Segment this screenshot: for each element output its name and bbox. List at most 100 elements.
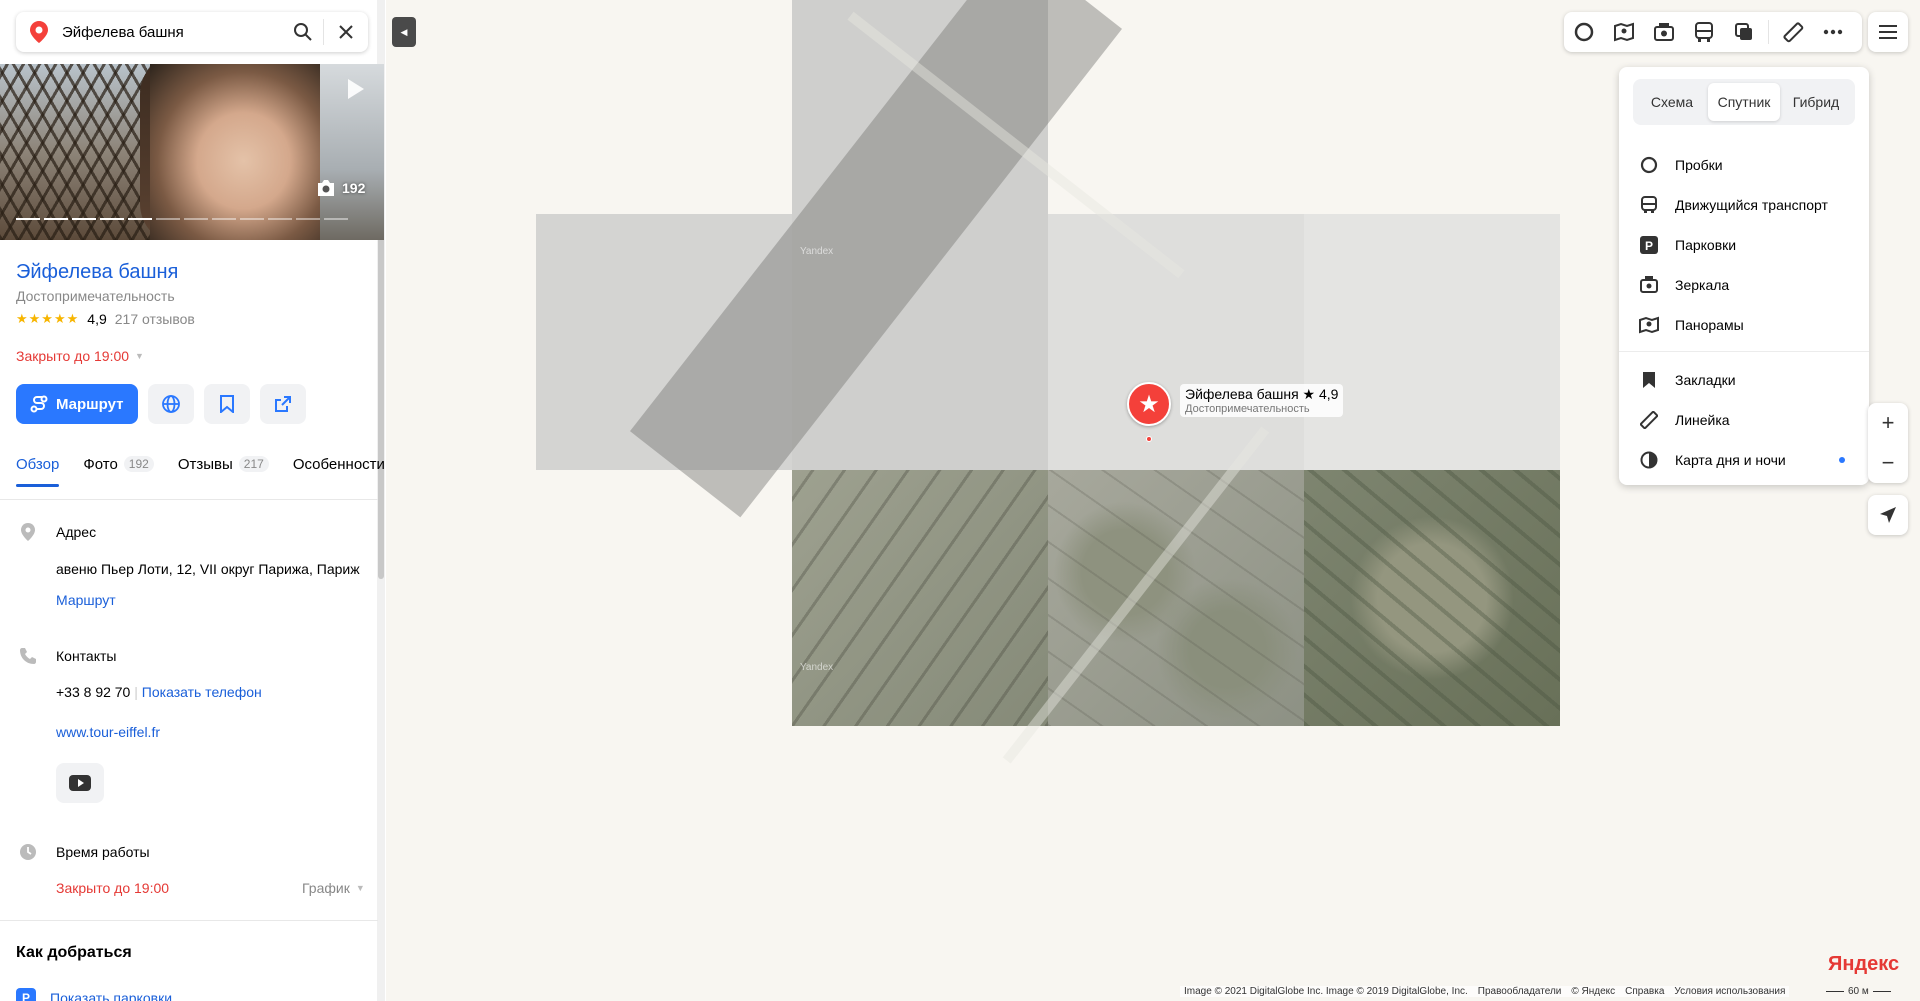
hours-status: Закрыто до 19:00 <box>56 880 170 896</box>
photo-dot[interactable] <box>184 218 208 220</box>
photo-dot[interactable] <box>128 218 152 220</box>
more-button[interactable] <box>1813 12 1853 52</box>
play-icon[interactable] <box>348 79 364 99</box>
address-route-link[interactable]: Маршрут <box>56 592 116 608</box>
camera-icon <box>1639 275 1659 295</box>
tab-reviews[interactable]: Отзывы 217 <box>178 456 269 499</box>
traffic-button[interactable] <box>1564 12 1604 52</box>
place-rating[interactable]: ★★★★★ 4,9 217 отзывов <box>16 311 195 327</box>
clear-search-button[interactable] <box>324 12 368 52</box>
layer-transport[interactable]: Движущийся транспорт <box>1639 195 1828 215</box>
map-tile <box>1304 214 1560 470</box>
bookmark-button[interactable] <box>203 384 250 424</box>
show-parking-link[interactable]: Показать парковки <box>50 990 172 1001</box>
layer-label: Парковки <box>1675 237 1737 253</box>
photo-count-value: 192 <box>342 180 366 196</box>
search-input[interactable]: Эйфелева башня <box>62 24 283 41</box>
tab-photos[interactable]: Фото 192 <box>83 456 154 499</box>
map-tile <box>1304 470 1560 726</box>
layer-traffic[interactable]: Пробки <box>1639 155 1723 175</box>
photo-dot[interactable] <box>212 218 236 220</box>
place-marker[interactable]: ★ <box>1127 382 1171 442</box>
share-button[interactable] <box>259 384 306 424</box>
share-icon <box>274 396 291 412</box>
search-icon <box>294 23 312 41</box>
photo-dot[interactable] <box>268 218 292 220</box>
youtube-icon <box>69 775 91 791</box>
copyright-yandex: © Яндекс <box>1571 986 1616 997</box>
bus-icon <box>1639 195 1659 215</box>
scale-value: 60 м <box>1848 986 1869 997</box>
zoom-out-button[interactable]: − <box>1868 443 1908 483</box>
layer-ruler[interactable]: Линейка <box>1639 410 1730 430</box>
tab-overview[interactable]: Обзор <box>16 456 60 499</box>
panorama-icon <box>1639 315 1659 335</box>
map-tile <box>1048 470 1304 726</box>
layers-button[interactable] <box>1724 12 1764 52</box>
photo-count[interactable]: 192 <box>316 180 365 196</box>
photo-dot[interactable] <box>296 218 320 220</box>
ruler-button[interactable] <box>1773 12 1813 52</box>
photo-dot[interactable] <box>44 218 68 220</box>
map-type-hybrid[interactable]: Гибрид <box>1780 83 1852 121</box>
map-type-scheme[interactable]: Схема <box>1636 83 1708 121</box>
tab-label: Фото <box>83 456 118 473</box>
show-phone-link[interactable]: Показать телефон <box>142 684 262 700</box>
copyright-holders-link[interactable]: Правообладатели <box>1478 986 1562 997</box>
phone-separator: | <box>134 684 142 700</box>
website-button[interactable] <box>147 384 194 424</box>
zoom-in-button[interactable]: + <box>1868 403 1908 443</box>
layer-label: Панорамы <box>1675 317 1744 333</box>
route-button[interactable]: Маршрут <box>16 384 138 424</box>
terms-link[interactable]: Условия использования <box>1674 986 1785 997</box>
layer-day-night[interactable]: Карта дня и ночи <box>1639 450 1786 470</box>
marker-label[interactable]: Эйфелева башня ★ 4,9 Достопримечательнос… <box>1180 384 1344 417</box>
toolbar-divider <box>1768 20 1769 44</box>
photo-dot[interactable] <box>100 218 124 220</box>
traffic-icon <box>1574 22 1594 42</box>
youtube-button[interactable] <box>56 763 104 803</box>
camera-icon <box>1654 23 1674 41</box>
transport-button[interactable] <box>1684 12 1724 52</box>
photo-dot[interactable] <box>72 218 96 220</box>
layer-mirrors[interactable]: Зеркала <box>1639 275 1729 295</box>
yandex-logo[interactable]: Яндекс <box>1828 953 1899 976</box>
svg-text:P: P <box>1645 239 1653 253</box>
place-photo-gallery[interactable] <box>0 64 384 240</box>
map-type-switcher: Схема Спутник Гибрид <box>1633 79 1855 125</box>
photo-dot[interactable] <box>16 218 40 220</box>
show-parking-row[interactable]: P Показать парковки <box>16 988 172 1001</box>
navigation-arrow-icon <box>1880 507 1896 523</box>
layer-bookmarks[interactable]: Закладки <box>1639 370 1736 390</box>
map-type-satellite[interactable]: Спутник <box>1708 83 1780 121</box>
scale-line <box>1872 991 1891 992</box>
website-link[interactable]: www.tour-eiffel.fr <box>56 724 160 740</box>
help-link[interactable]: Справка <box>1625 986 1664 997</box>
route-icon <box>30 395 48 413</box>
marker-title: Эйфелева башня ★ 4,9 <box>1185 386 1339 402</box>
tab-features[interactable]: Особенности <box>293 456 385 499</box>
collapse-sidebar-button[interactable]: ◀ <box>392 17 416 47</box>
hours-label: Время работы <box>56 844 150 860</box>
place-title[interactable]: Эйфелева башня <box>16 261 178 284</box>
bookmark-icon <box>219 395 234 413</box>
reviews-count[interactable]: 217 отзывов <box>115 311 195 327</box>
photo-dot[interactable] <box>240 218 264 220</box>
photo-dot[interactable] <box>324 218 348 220</box>
address-label: Адрес <box>56 524 97 540</box>
panoramas-button[interactable] <box>1604 12 1644 52</box>
hamburger-icon <box>1879 25 1897 39</box>
address-text[interactable]: авеню Пьер Лоти, 12, VII округ Парижа, П… <box>56 561 360 577</box>
schedule-button[interactable]: График ▼ <box>302 880 365 896</box>
main-menu-button[interactable] <box>1868 12 1908 52</box>
layer-parking[interactable]: P Парковки <box>1639 235 1736 255</box>
mirrors-button[interactable] <box>1644 12 1684 52</box>
layer-panoramas[interactable]: Панорамы <box>1639 315 1744 335</box>
place-status[interactable]: Закрыто до 19:00 ▼ <box>16 348 144 364</box>
photo-dot[interactable] <box>156 218 180 220</box>
search-button[interactable] <box>283 12 323 52</box>
tab-badge: 192 <box>123 456 154 472</box>
tab-badge: 217 <box>238 456 269 472</box>
layer-label: Движущийся транспорт <box>1675 197 1828 213</box>
locate-me-button[interactable] <box>1868 495 1908 535</box>
